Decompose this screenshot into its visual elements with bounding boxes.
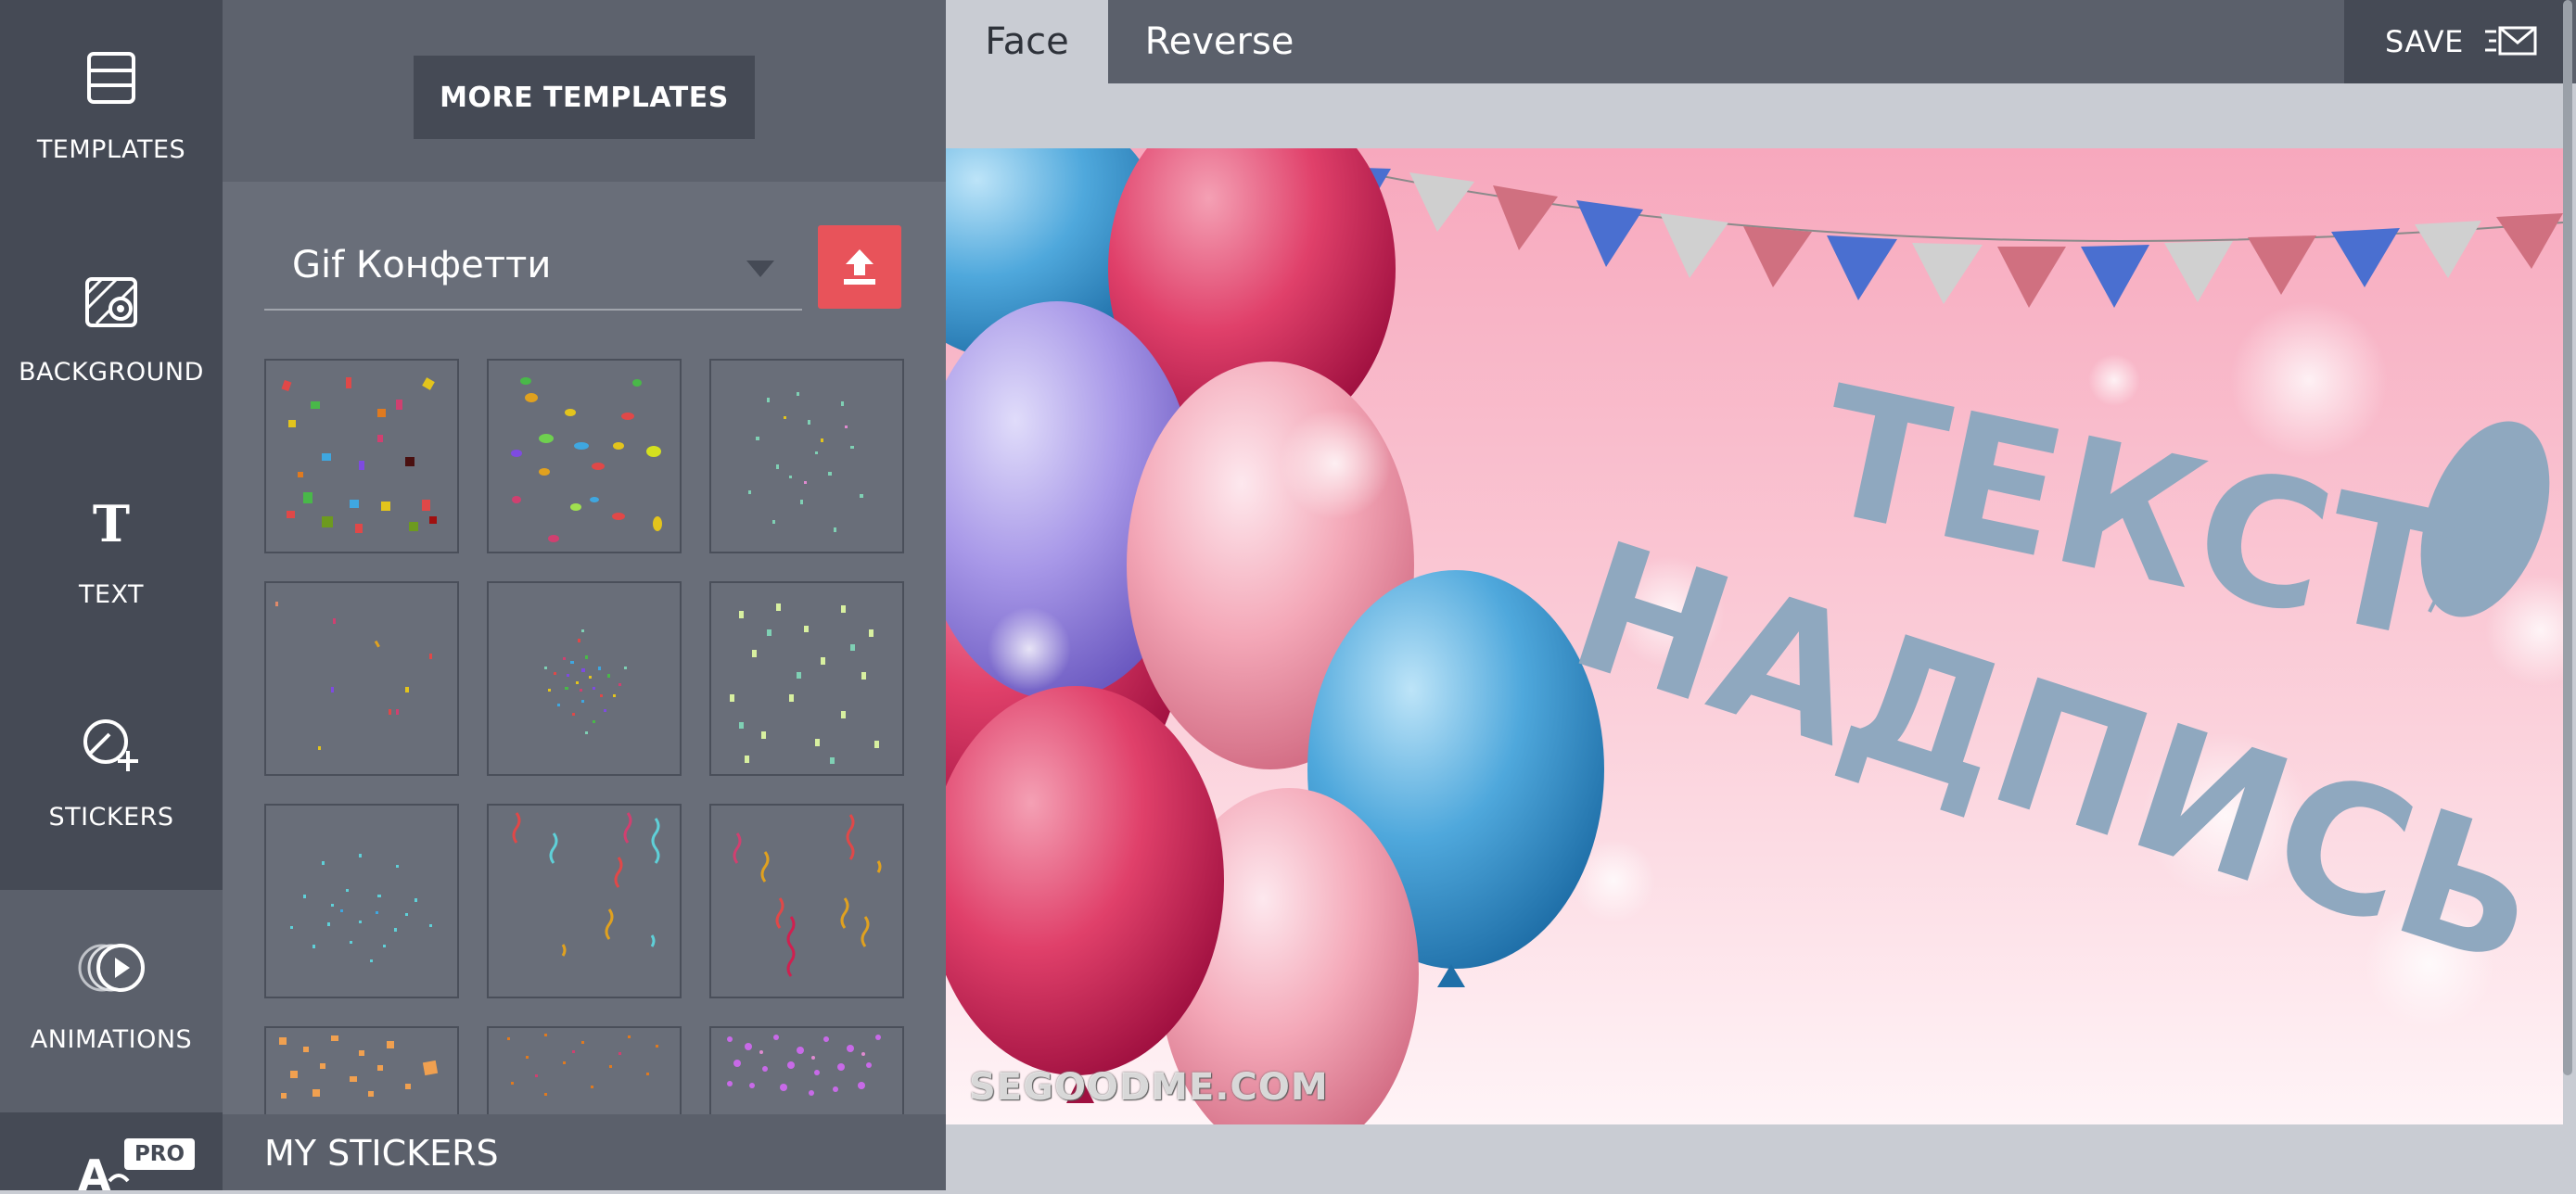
animation-thumbnail[interactable] bbox=[264, 581, 459, 776]
tab-face[interactable]: Face bbox=[946, 0, 1108, 83]
nav-text-label: TEXT bbox=[78, 580, 145, 609]
nav-background[interactable]: BACKGROUND bbox=[0, 222, 223, 445]
more-templates-button[interactable]: MORE TEMPLATES bbox=[414, 56, 755, 139]
greeting-card-face[interactable]: ТЕКСТ НАДПИСЬ bbox=[946, 148, 2563, 1124]
animation-thumbnail[interactable] bbox=[709, 359, 904, 553]
save-button[interactable]: SAVE bbox=[2344, 0, 2567, 83]
animation-thumbnail[interactable] bbox=[264, 359, 459, 553]
upload-icon bbox=[844, 249, 875, 285]
nav-animations-label: ANIMATIONS bbox=[30, 1025, 193, 1054]
category-dropdown-value: Gif Конфетти bbox=[292, 244, 552, 286]
stickers-icon bbox=[0, 712, 223, 779]
background-icon bbox=[0, 267, 223, 334]
save-label: SAVE bbox=[2385, 24, 2464, 59]
nav-text[interactable]: T TEXT bbox=[0, 445, 223, 667]
nav-background-label: BACKGROUND bbox=[19, 358, 204, 387]
animation-thumbnail[interactable] bbox=[487, 1026, 682, 1114]
animation-grid bbox=[264, 359, 904, 1114]
animations-icon bbox=[0, 934, 223, 1001]
svg-text:T: T bbox=[93, 497, 130, 549]
animation-thumbnail[interactable] bbox=[709, 1026, 904, 1114]
nav-stickers[interactable]: STICKERS bbox=[0, 667, 223, 890]
upload-button[interactable] bbox=[818, 225, 901, 309]
pro-badge: PRO bbox=[124, 1138, 195, 1170]
svg-text:A: A bbox=[78, 1150, 111, 1190]
templates-icon bbox=[0, 44, 223, 111]
animation-thumbnail[interactable] bbox=[487, 359, 682, 553]
animation-thumbnail[interactable] bbox=[709, 581, 904, 776]
tab-reverse[interactable]: Reverse bbox=[1108, 0, 1331, 83]
text-icon: T bbox=[0, 489, 223, 556]
send-email-icon bbox=[2485, 26, 2537, 56]
nav-templates[interactable]: TEMPLATES bbox=[0, 0, 223, 222]
card-artwork: ТЕКСТ НАДПИСЬ bbox=[946, 148, 2563, 1124]
my-stickers-label[interactable]: MY STICKERS bbox=[264, 1133, 499, 1174]
animation-thumbnail[interactable] bbox=[487, 581, 682, 776]
animation-thumbnail[interactable] bbox=[709, 804, 904, 998]
nav-animations[interactable]: ANIMATIONS bbox=[0, 890, 223, 1112]
nav-stickers-label: STICKERS bbox=[48, 803, 174, 832]
category-dropdown[interactable]: Gif Конфетти bbox=[264, 227, 802, 311]
chevron-down-icon bbox=[746, 260, 774, 277]
animation-thumbnail[interactable] bbox=[487, 804, 682, 998]
watermark: SEGOODME.COM bbox=[969, 1066, 1329, 1109]
editor-scrollbar[interactable] bbox=[2563, 0, 2572, 1075]
nav-templates-label: TEMPLATES bbox=[36, 135, 186, 164]
animation-thumbnail[interactable] bbox=[264, 1026, 459, 1114]
animation-thumbnail[interactable] bbox=[264, 804, 459, 998]
